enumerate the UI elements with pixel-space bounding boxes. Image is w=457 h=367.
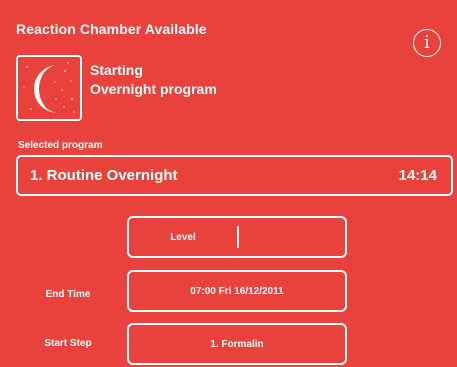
start-step-value: 1. Formalin (210, 338, 264, 350)
selected-program-label: Selected program (18, 140, 103, 151)
screen-title: Reaction Chamber Available (16, 21, 207, 37)
moon-icon (16, 55, 82, 121)
level-value (239, 218, 346, 256)
end-time-value: 07:00 Fri 16/12/2011 (190, 285, 284, 297)
program-duration: 14:14 (398, 167, 437, 184)
program-name: 1. Routine Overnight (30, 167, 178, 184)
level-button[interactable]: Level (127, 216, 347, 258)
selected-program-button[interactable]: 1. Routine Overnight 14:14 (16, 155, 453, 196)
start-step-button[interactable]: 1. Formalin (127, 323, 347, 365)
instrument-screen: Reaction Chamber Available i Starting Ov… (0, 0, 457, 367)
end-time-button[interactable]: 07:00 Fri 16/12/2011 (127, 270, 347, 312)
info-icon: i (424, 32, 430, 53)
end-time-label: End Time (45, 289, 91, 300)
info-button[interactable]: i (413, 29, 441, 57)
level-label: Level (170, 231, 196, 243)
program-status: Starting Overnight program (90, 61, 217, 99)
status-line-starting: Starting (90, 62, 143, 78)
status-line-program: Overnight program (90, 81, 217, 97)
start-step-label: Start Step (44, 338, 92, 349)
